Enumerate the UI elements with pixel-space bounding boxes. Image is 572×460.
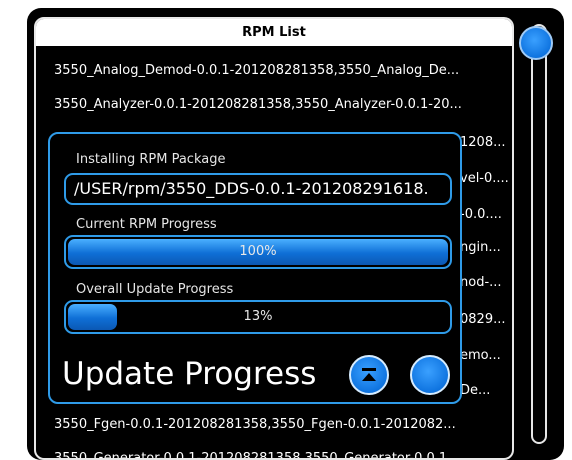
scrollbar-track[interactable] <box>531 24 547 444</box>
rpm-list-item[interactable]: 1208... <box>460 131 512 155</box>
minimize-icon <box>362 368 376 381</box>
rpm-list-item[interactable]: 3550_Fgen-0.0.1-201208281358,3550_Fgen-0… <box>54 413 512 437</box>
update-progress-dialog: Installing RPM Package /USER/rpm/3550_DD… <box>48 132 462 404</box>
rpm-list-item[interactable]: 0829... <box>460 308 512 332</box>
action-button[interactable] <box>410 355 450 395</box>
rpm-list-title: RPM List <box>36 19 512 46</box>
rpm-list-item[interactable]: ngin... <box>460 236 512 260</box>
rpm-list-item[interactable]: 3550_Analog_Demod-0.0.1-201208281358,355… <box>54 59 512 83</box>
rpm-list-item[interactable]: -0.0.... <box>460 203 512 227</box>
overall-progress-label: Overall Update Progress <box>76 282 234 297</box>
current-progress-bar: 100% <box>64 235 452 269</box>
rpm-list-item[interactable]: nod-... <box>460 271 512 295</box>
rpm-list-item[interactable]: emo... <box>460 344 512 368</box>
overall-progress-bar: 13% <box>64 300 452 334</box>
rpm-list-item[interactable]: De... <box>460 379 512 403</box>
scrollbar-thumb[interactable] <box>519 26 553 60</box>
overall-progress-text: 13% <box>243 309 273 324</box>
current-progress-text: 100% <box>239 244 277 259</box>
package-path-field: /USER/rpm/3550_DDS-0.0.1-201208291618. <box>64 173 452 205</box>
minimize-button[interactable] <box>349 355 389 395</box>
rpm-list-item[interactable]: 3550_Analyzer-0.0.1-201208281358,3550_An… <box>54 93 512 117</box>
rpm-list-item[interactable]: 3550_Generator-0.0.1-201208281358,3550_G… <box>54 447 512 458</box>
installing-package-label: Installing RPM Package <box>76 152 226 167</box>
current-progress-label: Current RPM Progress <box>76 217 217 232</box>
dialog-title: Update Progress <box>62 356 317 392</box>
rpm-list-item[interactable]: vel-0.... <box>460 167 512 191</box>
